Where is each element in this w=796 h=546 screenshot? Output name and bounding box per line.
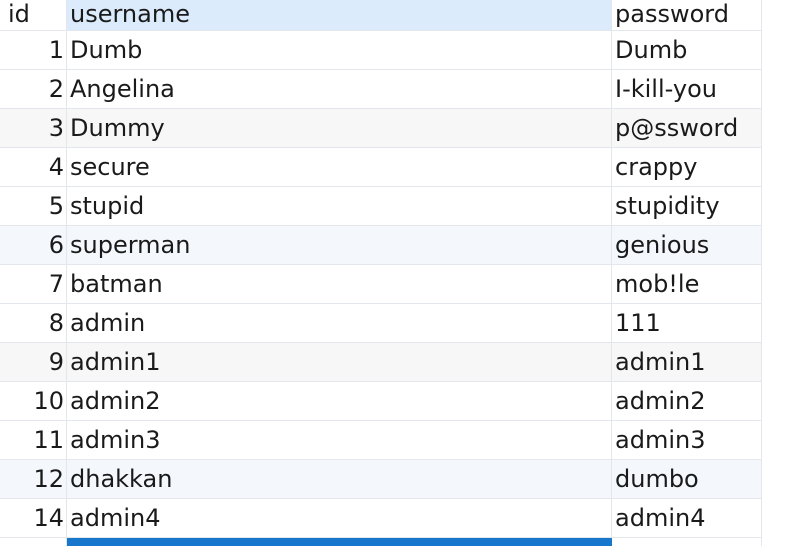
- table-row[interactable]: 3 Dummy p@ssword: [0, 109, 762, 148]
- cell-password[interactable]: dumbo: [612, 460, 762, 498]
- column-header-password[interactable]: password: [612, 0, 762, 30]
- cell-username[interactable]: secure: [67, 148, 612, 186]
- cell-password[interactable]: I-kill-you: [612, 70, 762, 108]
- table-row[interactable]: 5 stupid stupidity: [0, 187, 762, 226]
- table-row[interactable]: 9 admin1 admin1: [0, 343, 762, 382]
- cell-id[interactable]: 1: [0, 31, 67, 69]
- selected-cell-highlight[interactable]: [67, 538, 612, 546]
- column-header-id[interactable]: id: [0, 0, 67, 30]
- cell-id-empty[interactable]: [0, 538, 67, 546]
- cell-id[interactable]: 11: [0, 421, 67, 459]
- cell-username[interactable]: Dumb: [67, 31, 612, 69]
- cell-username[interactable]: admin3: [67, 421, 612, 459]
- cell-password[interactable]: crappy: [612, 148, 762, 186]
- table-row[interactable]: 6 superman genious: [0, 226, 762, 265]
- cell-password[interactable]: admin2: [612, 382, 762, 420]
- cell-password-empty[interactable]: [612, 538, 762, 546]
- cell-id[interactable]: 4: [0, 148, 67, 186]
- cell-username[interactable]: superman: [67, 226, 612, 264]
- cell-password[interactable]: admin1: [612, 343, 762, 381]
- cell-id[interactable]: 8: [0, 304, 67, 342]
- cell-username[interactable]: admin4: [67, 499, 612, 537]
- cell-id[interactable]: 2: [0, 70, 67, 108]
- cell-username[interactable]: admin: [67, 304, 612, 342]
- table-row[interactable]: 1 Dumb Dumb: [0, 31, 762, 70]
- cell-id[interactable]: 12: [0, 460, 67, 498]
- cell-username[interactable]: stupid: [67, 187, 612, 225]
- cell-password[interactable]: mob!le: [612, 265, 762, 303]
- cell-username[interactable]: admin2: [67, 382, 612, 420]
- table-row[interactable]: 11 admin3 admin3: [0, 421, 762, 460]
- column-header-username[interactable]: username: [67, 0, 612, 30]
- cell-username[interactable]: batman: [67, 265, 612, 303]
- table-row[interactable]: 4 secure crappy: [0, 148, 762, 187]
- cell-username[interactable]: Angelina: [67, 70, 612, 108]
- table-row[interactable]: 7 batman mob!le: [0, 265, 762, 304]
- cell-id[interactable]: 10: [0, 382, 67, 420]
- cell-password[interactable]: admin3: [612, 421, 762, 459]
- cell-password[interactable]: admin4: [612, 499, 762, 537]
- cell-password[interactable]: genious: [612, 226, 762, 264]
- table-row[interactable]: 2 Angelina I-kill-you: [0, 70, 762, 109]
- cell-id[interactable]: 14: [0, 499, 67, 537]
- cell-password[interactable]: stupidity: [612, 187, 762, 225]
- cell-id[interactable]: 6: [0, 226, 67, 264]
- table-row[interactable]: 12 dhakkan dumbo: [0, 460, 762, 499]
- results-grid: id username password 1 Dumb Dumb 2 Angel…: [0, 0, 796, 546]
- cell-password[interactable]: 111: [612, 304, 762, 342]
- cell-username[interactable]: dhakkan: [67, 460, 612, 498]
- table-row[interactable]: 10 admin2 admin2: [0, 382, 762, 421]
- cell-username[interactable]: Dummy: [67, 109, 612, 147]
- cell-id[interactable]: 5: [0, 187, 67, 225]
- cell-password[interactable]: p@ssword: [612, 109, 762, 147]
- cell-username[interactable]: admin1: [67, 343, 612, 381]
- table-row[interactable]: 14 admin4 admin4: [0, 499, 762, 538]
- cell-id[interactable]: 9: [0, 343, 67, 381]
- cell-id[interactable]: 3: [0, 109, 67, 147]
- grid-header-row: id username password: [0, 0, 762, 31]
- table-row[interactable]: 8 admin 111: [0, 304, 762, 343]
- cell-password[interactable]: Dumb: [612, 31, 762, 69]
- cell-id[interactable]: 7: [0, 265, 67, 303]
